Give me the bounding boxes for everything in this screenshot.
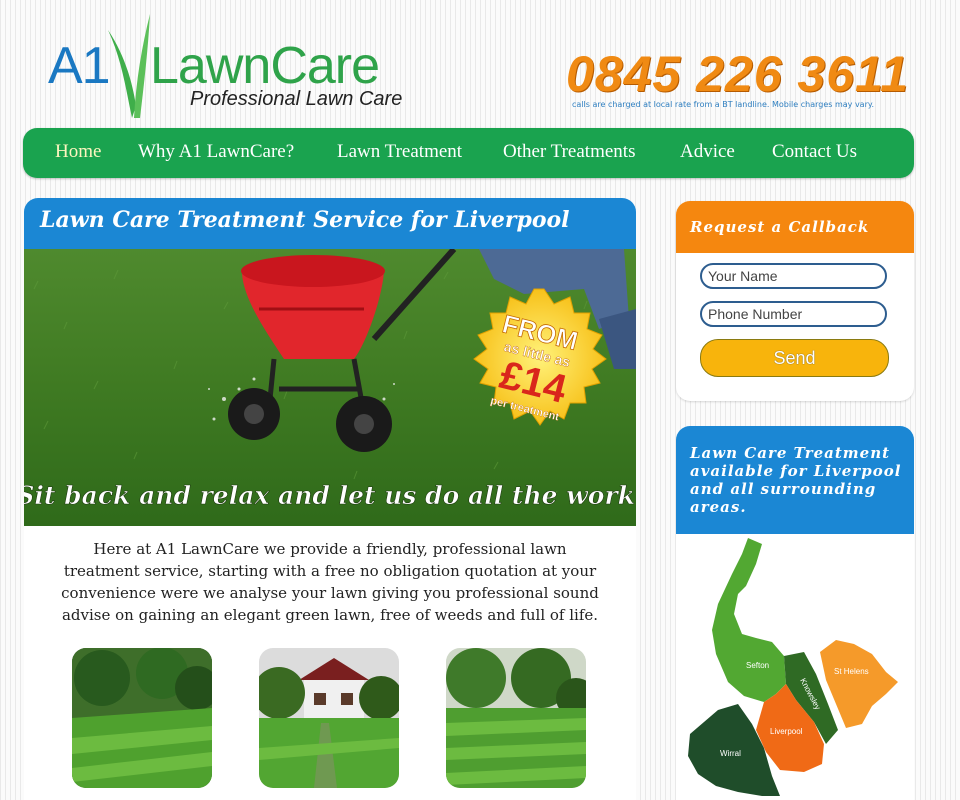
- lawn-photo-2: [259, 648, 399, 788]
- area-title: Lawn Care Treatment available for Liverp…: [690, 444, 902, 516]
- logo-a1-text: A1: [48, 37, 111, 95]
- area-widget: Lawn Care Treatment available for Liverp…: [676, 426, 914, 800]
- area-header: Lawn Care Treatment available for Liverp…: [676, 426, 914, 534]
- main-header-bar: Lawn Care Treatment Service for Liverpoo…: [24, 198, 636, 249]
- main-content-panel: Lawn Care Treatment Service for Liverpoo…: [24, 198, 636, 800]
- phone-charges-note: calls are charged at local rate from a B…: [572, 100, 875, 109]
- map-label-liverpool: Liverpool: [770, 727, 803, 736]
- site-logo[interactable]: A1 LawnCare Professional Lawn Care: [48, 10, 418, 122]
- nav-advice[interactable]: Advice: [680, 141, 735, 163]
- page-title: Lawn Care Treatment Service for Liverpoo…: [40, 207, 570, 233]
- send-button[interactable]: Send: [700, 339, 889, 377]
- phone-number-input[interactable]: [700, 301, 887, 327]
- hero-caption: Sit back and relax and let us do all the…: [24, 481, 636, 510]
- map-label-sefton: Sefton: [746, 661, 769, 670]
- intro-paragraph: Here at A1 LawnCare we provide a friendl…: [61, 540, 599, 624]
- callback-title: Request a Callback: [690, 218, 870, 236]
- lawn-photo-1: [72, 648, 212, 788]
- hero-image: FROM as little as £14 per treatment Sit …: [24, 249, 636, 526]
- nav-home[interactable]: Home: [55, 141, 101, 163]
- logo-tagline: Professional Lawn Care: [190, 88, 403, 110]
- nav-lawn-treatment[interactable]: Lawn Treatment: [337, 141, 462, 163]
- map-label-st-helens: St Helens: [834, 667, 869, 676]
- map-label-wirral: Wirral: [720, 749, 741, 758]
- logo-lawncare-text: LawnCare: [150, 37, 380, 95]
- name-input[interactable]: [700, 263, 887, 289]
- nav-why-a1-lawncare[interactable]: Why A1 LawnCare?: [138, 141, 294, 163]
- main-navigation: Home Why A1 LawnCare? Lawn Treatment Oth…: [23, 128, 914, 178]
- callback-header: Request a Callback: [676, 201, 914, 253]
- lawn-photo-3: [446, 648, 586, 788]
- callback-widget: Request a Callback Send: [676, 201, 914, 401]
- nav-contact-us[interactable]: Contact Us: [772, 141, 857, 163]
- phone-number[interactable]: 0845 226 3611: [566, 44, 909, 104]
- map-region-sefton[interactable]: [712, 538, 786, 702]
- hero-banner: FROM as little as £14 per treatment Sit …: [24, 249, 636, 526]
- coverage-map: Sefton Knowsley St Helens Liverpool Wirr…: [676, 534, 914, 800]
- nav-other-treatments[interactable]: Other Treatments: [503, 141, 635, 163]
